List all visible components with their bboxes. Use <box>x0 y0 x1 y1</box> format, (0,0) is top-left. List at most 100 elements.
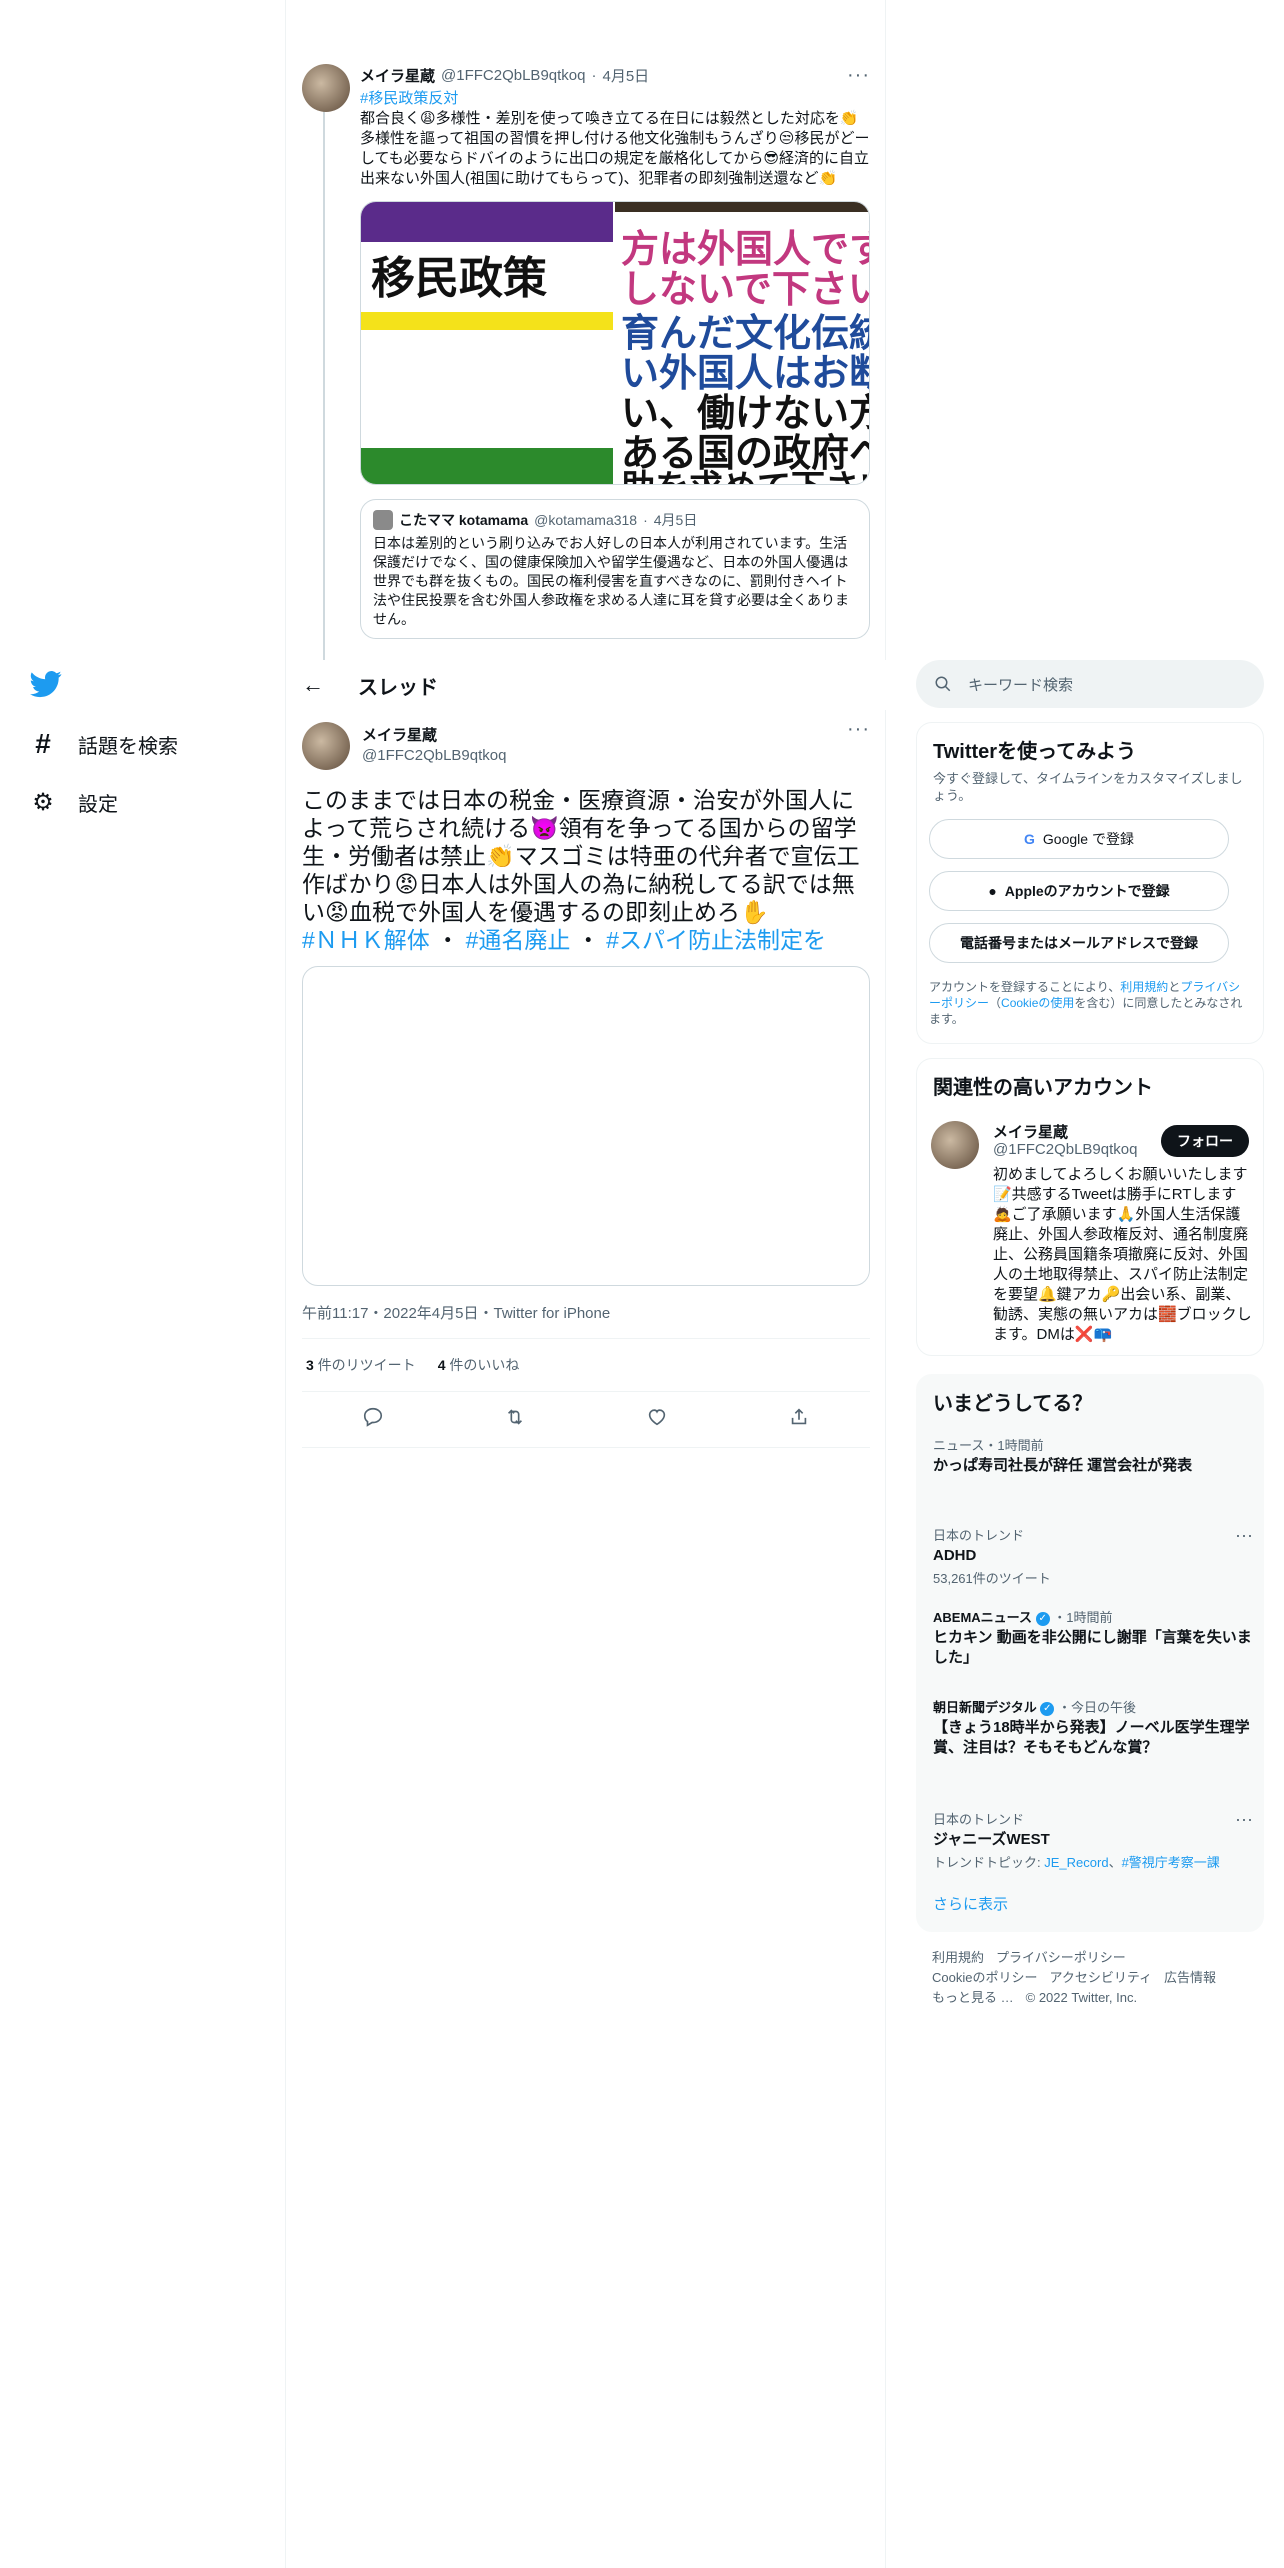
related-title: 関連性の高いアカウント <box>933 1077 1153 1099</box>
more-icon[interactable]: ··· <box>847 64 870 87</box>
phone-email-signup-button[interactable]: 電話番号またはメールアドレスで登録 <box>929 923 1229 963</box>
trend-item[interactable]: ··· 日本のトレンド ジャニーズWEST トレンドトピック: JE_Recor… <box>933 1809 1253 1871</box>
footer: 利用規約 プライバシーポリシー Cookieのポリシー アクセシビリティ 広告情報 も… <box>932 1948 1252 2008</box>
image-1-band <box>361 448 613 484</box>
apple-signup-label: Appleのアカウントで登録 <box>1004 883 1170 899</box>
more-icon[interactable]: ··· <box>847 718 870 741</box>
twitter-logo-icon[interactable] <box>30 668 66 704</box>
more-icon[interactable]: ··· <box>1235 1525 1253 1546</box>
related-account-name[interactable]: メイラ星蔵 <box>993 1121 1068 1142</box>
cookie-link[interactable]: Cookieの使用 <box>1001 996 1074 1010</box>
tweet-date[interactable]: 4月5日 <box>602 65 649 86</box>
separator: · <box>591 67 597 84</box>
footer-link[interactable]: 利用規約 <box>932 1950 984 1965</box>
like-label: 件のいいね <box>449 1357 520 1373</box>
nav-explore[interactable]: # 話題を検索 <box>30 722 178 766</box>
image-2-bar <box>615 202 869 212</box>
author-name[interactable]: メイラ星蔵 <box>360 65 435 86</box>
topic-link[interactable]: #警視庁考察一課 <box>1122 1855 1220 1870</box>
trend-item[interactable]: ABEMAニュース ✓ ・1時間前 ヒカキン 動画を非公開にし謝罪「言葉を失いま… <box>933 1607 1253 1668</box>
tweet-text: 都合良く😩多様性・差別を使って喚き立てる在日には毅然とした対応を👏多様性を謳って… <box>360 110 870 187</box>
retweet-label: 件のリツイート <box>317 1357 416 1373</box>
footer-link[interactable]: もっと見る … <box>932 1990 1014 2005</box>
signup-legal-text: アカウントを登録することにより、利用規約とプライバシーポリシー（Cookieの使… <box>929 979 1249 1027</box>
news-source: ABEMAニュース <box>933 1610 1033 1625</box>
avatar[interactable] <box>302 64 350 112</box>
image-1-title: 移民政策 <box>371 254 547 303</box>
retweet-count[interactable]: 3 件のリツイート <box>306 1355 416 1375</box>
hashtag-link[interactable]: #通名廃止 <box>466 927 571 953</box>
hashtag-link[interactable]: #ＮＨＫ解体 <box>302 927 430 953</box>
avatar[interactable] <box>302 722 350 770</box>
quote-author-handle: @kotamama318 <box>534 512 638 528</box>
footer-link[interactable]: Cookieのポリシー <box>932 1970 1037 1985</box>
apple-signup-button[interactable]: ● Appleのアカウントで登録 <box>929 871 1229 911</box>
topic-separator: 、 <box>1108 1855 1122 1870</box>
reply-icon[interactable] <box>362 1406 384 1434</box>
quote-avatar <box>373 510 393 530</box>
trend-item[interactable]: ··· 日本のトレンド ADHD 53,261件のツイート <box>933 1525 1253 1587</box>
trends-title: いまどうしてる？ <box>933 1393 1093 1415</box>
trend-title: ジャニーズWEST <box>933 1831 1050 1848</box>
quote-date: 4月5日 <box>653 512 698 528</box>
like-icon[interactable] <box>646 1406 668 1434</box>
trends-card: いまどうしてる？ ニュース・1時間前 かっぱ寿司社長が辞任 運営会社が発表 ··… <box>916 1374 1264 1932</box>
related-accounts-card: 関連性の高いアカウント メイラ星蔵 @1FFC2QbLB9qtkoq フォロー … <box>916 1058 1264 1356</box>
tweet-image-2[interactable]: 方は外国人です しないで下さい 育んだ文化伝統を い外国人はお断り い、働けない… <box>613 202 869 484</box>
verified-icon: ✓ <box>1040 1701 1055 1716</box>
search-icon <box>935 676 951 692</box>
footer-link[interactable]: 広告情報 <box>1164 1970 1216 1985</box>
hashtag-link[interactable]: #スパイ防止法制定を <box>606 927 826 953</box>
trend-topic: トレンドトピック: JE_Record、#警視庁考察一課 <box>933 1852 1253 1871</box>
trend-title: ヒカキン 動画を非公開にし謝罪「言葉を失いました」 <box>933 1629 1252 1666</box>
author-handle[interactable]: @1FFC2QbLB9qtkoq <box>441 67 585 84</box>
google-signup-button[interactable]: G Google で登録 <box>929 819 1229 859</box>
trend-item[interactable]: ニュース・1時間前 かっぱ寿司社長が辞任 運営会社が発表 <box>933 1435 1253 1476</box>
terms-link[interactable]: 利用規約 <box>1120 980 1168 994</box>
topic-label: トレンドトピック: <box>933 1855 1041 1870</box>
like-count[interactable]: 4 件のいいね <box>438 1355 520 1375</box>
tweet-images[interactable]: 移民政策 方は外国人です しないで下さい 育んだ文化伝統を い外国人はお断り い… <box>360 201 870 485</box>
nav-settings[interactable]: ⚙ 設定 <box>30 780 118 824</box>
separator: ・ <box>576 927 607 953</box>
topic-link[interactable]: JE_Record <box>1044 1855 1108 1870</box>
news-time: ・今日の午後 <box>1058 1700 1137 1715</box>
show-more-link[interactable]: さらに表示 <box>933 1893 1008 1914</box>
trend-title: かっぱ寿司社長が辞任 運営会社が発表 <box>933 1457 1193 1474</box>
related-account-handle[interactable]: @1FFC2QbLB9qtkoq <box>993 1141 1137 1158</box>
nav-explore-label: 話題を検索 <box>78 735 178 758</box>
trend-context: ニュース・1時間前 <box>933 1438 1044 1453</box>
main-column: メイラ星蔵 @1FFC2QbLB9qtkoq · 4月5日 ··· #移民政策反… <box>286 0 886 2568</box>
avatar[interactable] <box>931 1121 979 1169</box>
hashtag-icon: # <box>35 728 51 759</box>
footer-link[interactable]: プライバシーポリシー <box>996 1950 1126 1965</box>
footer-link[interactable]: アクセシビリティ <box>1049 1970 1152 1985</box>
more-icon[interactable]: ··· <box>1235 1809 1253 1830</box>
trend-item[interactable]: 朝日新聞デジタル ✓ ・今日の午後 【きょう18時半から発表】ノーベル医学生理学… <box>933 1697 1253 1758</box>
author-name[interactable]: メイラ星蔵 <box>362 724 506 745</box>
search-input[interactable]: キーワード検索 <box>916 660 1264 708</box>
retweet-icon[interactable] <box>504 1406 526 1434</box>
legal-text-and: と <box>1168 980 1181 994</box>
verified-icon: ✓ <box>1035 1611 1050 1626</box>
google-signup-label: Google で登録 <box>1042 831 1134 847</box>
hashtag-link[interactable]: #移民政策反対 <box>360 90 458 107</box>
back-arrow-icon[interactable]: ← <box>302 672 342 698</box>
tweet-media-placeholder[interactable] <box>302 966 870 1286</box>
thread-header: ← スレッド <box>286 660 886 710</box>
left-navigation: # 話題を検索 ⚙ 設定 <box>0 0 286 2568</box>
author-handle[interactable]: @1FFC2QbLB9qtkoq <box>362 747 506 764</box>
follow-button[interactable]: フォロー <box>1161 1125 1249 1157</box>
trend-count: 53,261件のツイート <box>933 1571 1051 1586</box>
quoted-tweet[interactable]: こたママ kotamama @kotamama318 · 4月5日 日本は差別的… <box>360 499 870 639</box>
trend-title: ADHD <box>933 1547 977 1564</box>
google-icon: G <box>1024 831 1035 847</box>
tweet-metadata[interactable]: 午前11:17・2022年4月5日・Twitter for iPhone <box>302 1302 610 1323</box>
image-2-line: 助を求めて下さい <box>621 460 869 484</box>
search-placeholder: キーワード検索 <box>968 676 1074 694</box>
share-icon[interactable] <box>788 1406 810 1434</box>
signup-card: Twitterを使ってみよう 今すぐ登録して、タイムラインをカスタマイズしましょ… <box>916 722 1264 1044</box>
tweet-actions <box>302 1392 870 1448</box>
tweet-image-1[interactable]: 移民政策 <box>361 202 613 484</box>
gear-icon: ⚙ <box>32 788 54 816</box>
